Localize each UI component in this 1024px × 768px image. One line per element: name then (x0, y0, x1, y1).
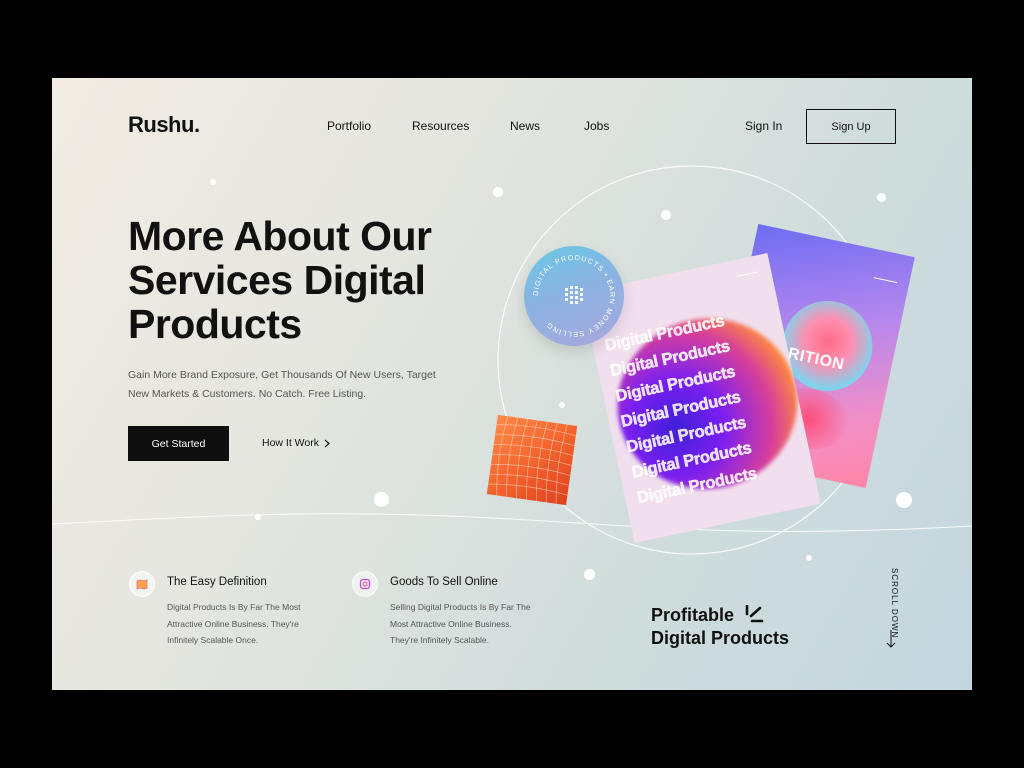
nav-link-jobs[interactable]: Jobs (584, 119, 609, 133)
feature-description: Digital Products Is By Far The Most Attr… (167, 599, 301, 649)
feature-description: Selling Digital Products Is By Far The M… (390, 599, 531, 649)
front-card-rule (736, 271, 759, 277)
instagram-icon (352, 571, 378, 597)
sign-up-button[interactable]: Sign Up (806, 109, 896, 144)
digital-products-badge: DIGITAL PRODUCTS • EARN MONEY SELLING (524, 246, 624, 346)
profitable-line: Digital Products (651, 628, 790, 648)
tile-grid-pattern (488, 416, 576, 504)
headline-line: More About Our (128, 213, 432, 259)
get-started-button[interactable]: Get Started (128, 426, 229, 461)
feature-title: Goods To Sell Online (390, 576, 498, 588)
hero-subtitle: Gain More Brand Exposure, Get Thousands … (128, 366, 448, 404)
decor-dot (559, 402, 565, 408)
decor-dot (661, 210, 671, 220)
decor-dot (374, 492, 389, 507)
how-it-work-label: How It Work (262, 437, 319, 449)
feature-desc-line: Infinitely Scalable Once. (167, 635, 259, 645)
headline-line: Products (128, 301, 302, 347)
feature-desc-line: Most Attractive Online Business. (390, 618, 512, 629)
map-icon (129, 571, 155, 597)
how-it-work-link[interactable]: How It Work (262, 437, 330, 449)
back-card-rule (873, 277, 898, 284)
headline-line: Services Digital (128, 257, 426, 303)
nav-link-resources[interactable]: Resources (412, 119, 469, 133)
feature-desc-line: Attractive Online Business. They're (167, 618, 299, 629)
feature-desc-line: They're Infinitely Scalable. (390, 635, 489, 645)
landing-page: Rushu. Portfolio Resources News Jobs Sig… (52, 78, 972, 690)
nav-link-news[interactable]: News (510, 119, 540, 133)
badge-ring-text: DIGITAL PRODUCTS • EARN MONEY SELLING (531, 253, 617, 339)
spark-icon (745, 605, 764, 623)
decor-dot (210, 179, 216, 185)
nav-link-portfolio[interactable]: Portfolio (327, 119, 371, 133)
profitable-heading: Profitable Digital Products (651, 604, 789, 650)
hero-headline: More About Our Services Digital Products (128, 214, 432, 346)
subtitle-line: Gain More Brand Exposure, Get Thousands … (128, 369, 436, 381)
profitable-line: Profitable (651, 605, 735, 625)
feature-title: The Easy Definition (167, 576, 267, 588)
decor-dot (255, 514, 261, 520)
decor-dot (877, 193, 886, 202)
feature-desc-line: Selling Digital Products Is By Far The (390, 602, 531, 612)
orange-grid-tile (486, 414, 578, 506)
decor-dot (584, 569, 595, 580)
scroll-down-label: SCROLL DOWN (890, 568, 899, 639)
brand-logo[interactable]: Rushu. (128, 112, 200, 138)
subtitle-line: New Markets & Customers. No Catch. Free … (128, 388, 367, 400)
decor-dot (806, 555, 812, 561)
feature-desc-line: Digital Products Is By Far The Most (167, 602, 301, 612)
svg-text:DIGITAL PRODUCTS • EARN MONEY: DIGITAL PRODUCTS • EARN MONEY SELLING (531, 253, 617, 339)
chevron-right-icon (324, 439, 330, 447)
sign-in-link[interactable]: Sign In (745, 119, 782, 133)
decor-dot (493, 187, 503, 197)
grid-logo-icon (565, 286, 583, 304)
decor-dot (896, 492, 912, 508)
